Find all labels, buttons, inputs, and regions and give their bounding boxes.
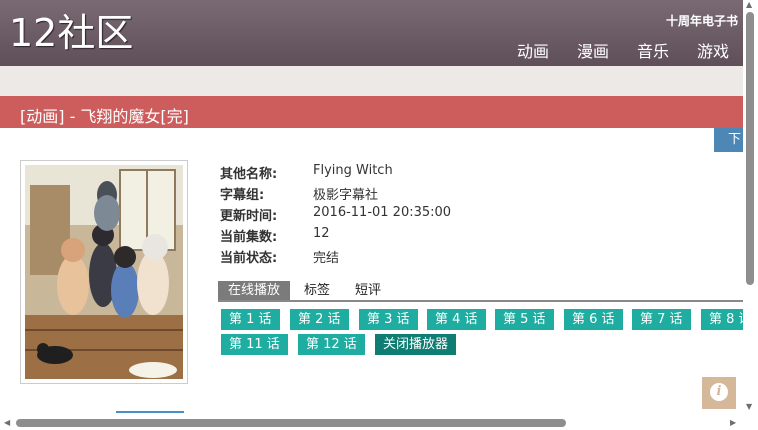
info-row-alt-name: 其他名称: Flying Witch xyxy=(220,163,451,184)
info-label: 字幕组: xyxy=(220,188,265,203)
info-label: 当前集数: xyxy=(220,230,278,245)
tab-online-play[interactable]: 在线播放 xyxy=(218,281,291,300)
episode-button[interactable]: 第 11 话 xyxy=(221,334,288,355)
vertical-scrollbar[interactable]: ▲ ▼ xyxy=(743,0,758,430)
tab-bar: 在线播放 标签 短评 xyxy=(218,281,743,302)
info-value: 极影字幕社 xyxy=(313,188,379,203)
info-icon: i xyxy=(710,383,728,401)
episode-button[interactable]: 第 12 话 xyxy=(298,334,365,355)
nav-anime[interactable]: 动画 xyxy=(517,38,549,62)
info-value: 2016-11-01 20:35:00 xyxy=(313,205,452,220)
info-row-subgroup: 字幕组: 极影字幕社 xyxy=(220,184,451,205)
episode-button[interactable]: 第 5 话 xyxy=(495,309,554,330)
poster-image xyxy=(20,160,188,384)
nav-games[interactable]: 游戏 xyxy=(697,38,729,62)
info-value: Flying Witch xyxy=(313,163,393,178)
download-button[interactable]: 下载 xyxy=(714,128,743,152)
info-label: 其他名称: xyxy=(220,167,278,182)
info-value: 完结 xyxy=(313,251,340,266)
scroll-up-arrow-icon[interactable]: ▲ xyxy=(746,1,752,9)
horizontal-scrollbar[interactable]: ◀ ▶ xyxy=(0,416,758,430)
page-title-bar: [动画] - 飞翔的魔女[完] xyxy=(0,96,743,128)
episode-button[interactable]: 第 7 话 xyxy=(632,309,691,330)
episode-button[interactable]: 第 2 话 xyxy=(290,309,349,330)
site-header: 12社区 十周年电子书 动画 漫画 音乐 游戏 xyxy=(0,0,743,67)
episode-button[interactable]: 第 1 话 xyxy=(221,309,280,330)
scroll-down-arrow-icon[interactable]: ▼ xyxy=(746,403,752,411)
site-logo[interactable]: 12社区 xyxy=(9,11,133,55)
tab-short-reviews[interactable]: 短评 xyxy=(355,281,381,300)
section-indicator xyxy=(116,411,184,413)
info-label: 当前状态: xyxy=(220,251,278,266)
page-title: [动画] - 飞翔的魔女[完] xyxy=(20,107,189,126)
poster-artwork xyxy=(25,165,183,379)
tab-tags[interactable]: 标签 xyxy=(304,281,330,300)
info-row-episode-count: 当前集数: 12 xyxy=(220,226,451,247)
vertical-scrollbar-thumb[interactable] xyxy=(746,12,754,285)
info-row-updated: 更新时间: 2016-11-01 20:35:00 xyxy=(220,205,451,226)
horizontal-scrollbar-thumb[interactable] xyxy=(16,419,566,427)
scroll-left-arrow-icon[interactable]: ◀ xyxy=(4,419,10,427)
anniversary-ebook-link[interactable]: 十周年电子书 xyxy=(666,12,738,29)
episode-button[interactable]: 第 4 话 xyxy=(427,309,486,330)
anime-info: 其他名称: Flying Witch 字幕组: 极影字幕社 更新时间: 2016… xyxy=(220,163,451,268)
scroll-right-arrow-icon[interactable]: ▶ xyxy=(730,419,736,427)
episode-button[interactable]: 第 6 话 xyxy=(564,309,623,330)
nav-manga[interactable]: 漫画 xyxy=(577,38,609,62)
close-player-button[interactable]: 关闭播放器 xyxy=(375,334,457,355)
episode-button[interactable]: 第 3 话 xyxy=(359,309,418,330)
header-band xyxy=(0,66,743,96)
nav-music[interactable]: 音乐 xyxy=(637,38,669,62)
info-value: 12 xyxy=(313,226,330,241)
info-row-status: 当前状态: 完结 xyxy=(220,247,451,268)
info-button[interactable]: i xyxy=(702,377,736,409)
main-nav: 动画 漫画 音乐 游戏 xyxy=(489,38,729,62)
info-label: 更新时间: xyxy=(220,209,278,224)
